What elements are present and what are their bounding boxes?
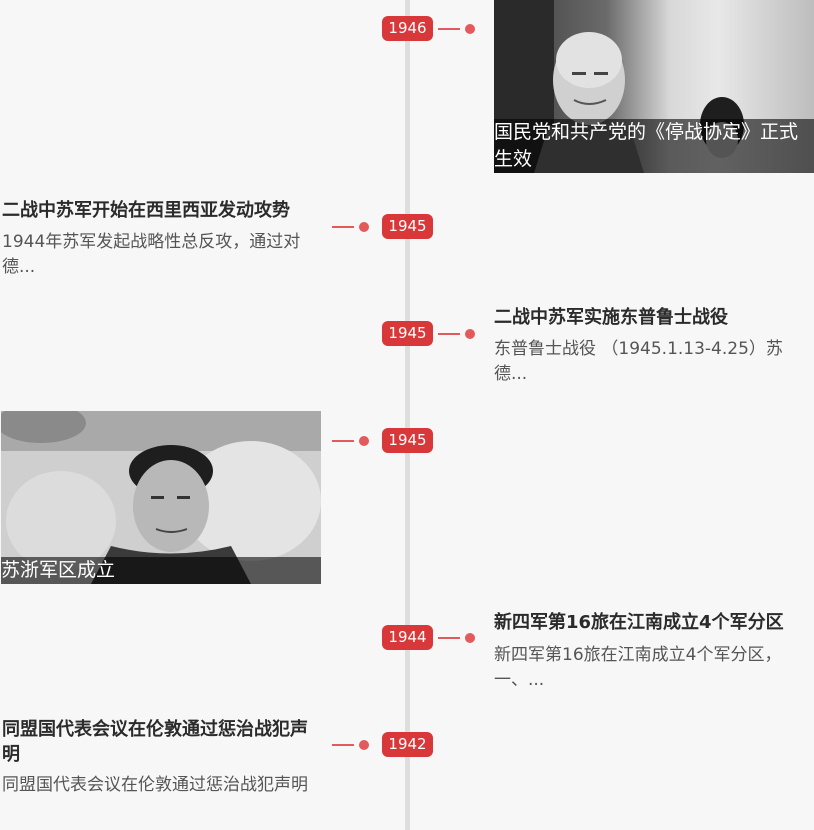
photo-caption: 苏浙军区成立 bbox=[1, 557, 321, 584]
connector bbox=[332, 222, 369, 232]
connector bbox=[332, 740, 369, 750]
connector bbox=[438, 633, 475, 643]
event-description: 东普鲁士战役 （1945.1.13-4.25）苏德... bbox=[494, 339, 783, 384]
event-photo[interactable]: 国民党和共产党的《停战协定》正式生效 bbox=[494, 0, 814, 173]
event-description: 新四军第16旅在江南成立4个军分区，一、... bbox=[494, 645, 782, 690]
event-photo[interactable]: 苏浙军区成立 bbox=[1, 411, 321, 584]
year-badge: 1945 bbox=[382, 321, 433, 346]
year-badge: 1944 bbox=[382, 625, 433, 650]
event-description: 同盟国代表会议在伦敦通过惩治战犯声明 bbox=[2, 775, 308, 795]
year-badge: 1945 bbox=[382, 428, 433, 453]
event-title[interactable]: 同盟国代表会议在伦敦通过惩治战犯声明 bbox=[2, 717, 312, 767]
event-description: 1944年苏军发起战略性总反攻，通过对德... bbox=[2, 232, 301, 277]
photo-caption: 国民党和共产党的《停战协定》正式生效 bbox=[494, 119, 814, 173]
timeline-axis bbox=[405, 0, 410, 830]
connector bbox=[438, 329, 475, 339]
event-title[interactable]: 新四军第16旅在江南成立4个军分区 bbox=[494, 610, 810, 635]
year-badge: 1946 bbox=[382, 16, 433, 41]
year-badge: 1945 bbox=[382, 214, 433, 239]
event-title[interactable]: 二战中苏军实施东普鲁士战役 bbox=[494, 305, 810, 330]
event-title[interactable]: 二战中苏军开始在西里西亚发动攻势 bbox=[2, 198, 312, 223]
connector bbox=[438, 24, 475, 34]
year-badge: 1942 bbox=[382, 732, 433, 757]
connector bbox=[332, 436, 369, 446]
